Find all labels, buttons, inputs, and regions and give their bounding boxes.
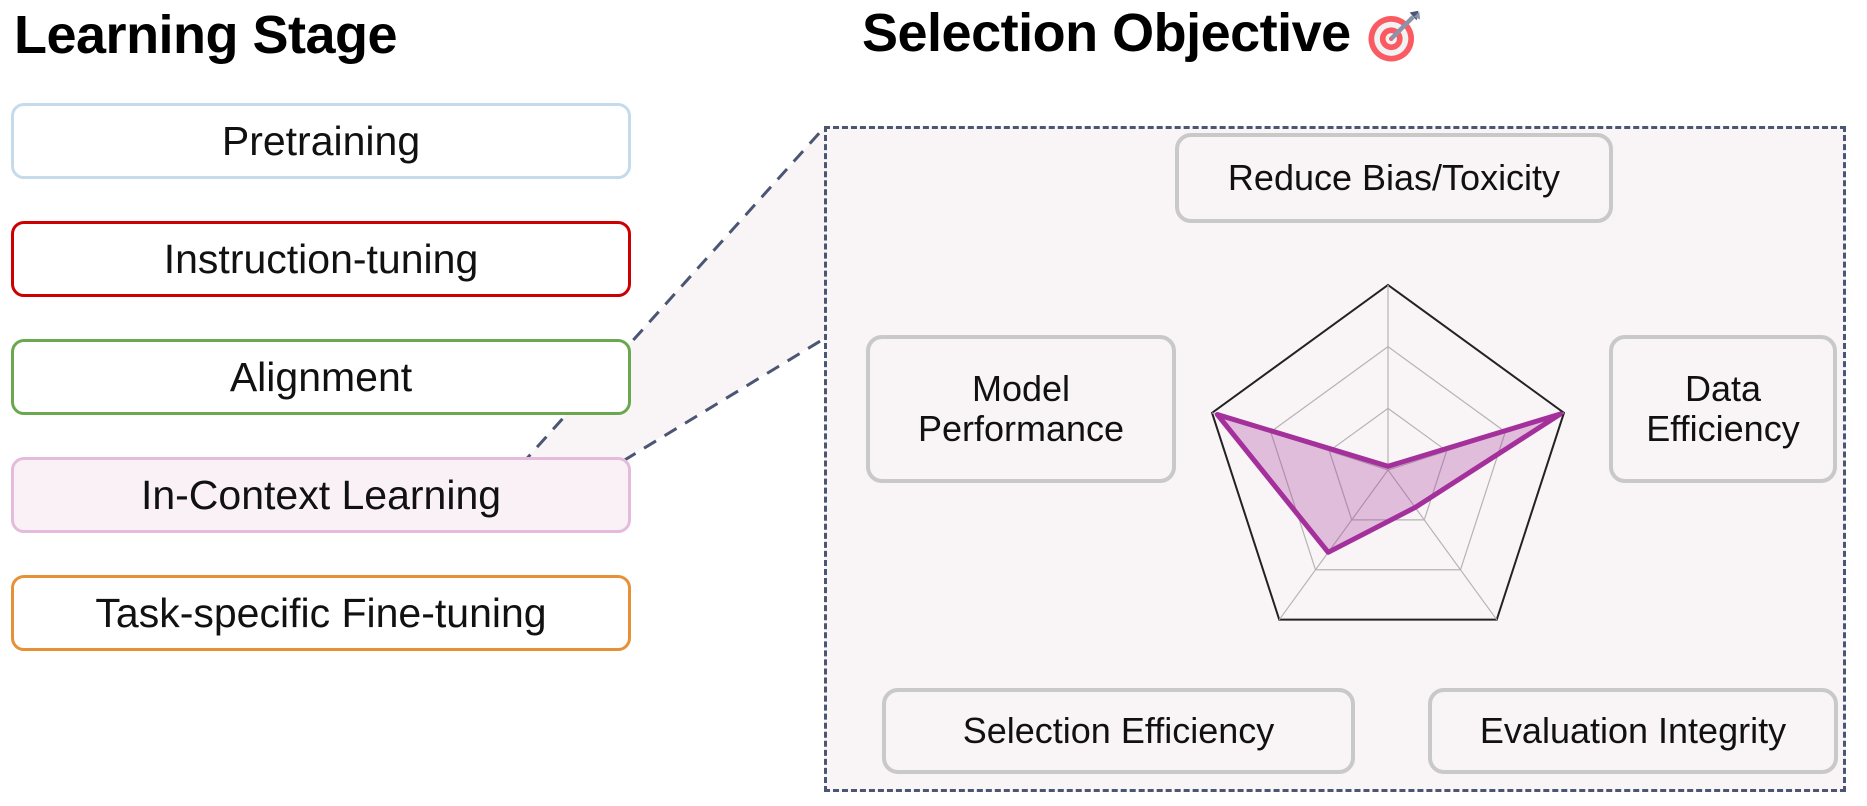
objective-box-evaluation-integrity[interactable]: Evaluation Integrity — [1428, 688, 1838, 774]
objective-label: Reduce Bias/Toxicity — [1227, 156, 1561, 198]
stage-item-label: Task-specific Fine-tuning — [95, 589, 547, 636]
stage-item-alignment[interactable]: Alignment — [11, 339, 631, 415]
stage-item-task-specific-fine-tuning[interactable]: Task-specific Fine-tuning — [11, 575, 631, 651]
stage-item-instruction-tuning[interactable]: Instruction-tuning — [11, 221, 631, 297]
radar-series-area — [1214, 411, 1563, 555]
stage-item-pretraining[interactable]: Pretraining — [11, 103, 631, 179]
objective-label-line1: Model — [971, 367, 1071, 409]
objective-label: Model Performance — [917, 367, 1125, 450]
objective-box-reduce-bias-toxicity[interactable]: Reduce Bias/Toxicity — [1175, 133, 1613, 223]
objective-box-data-efficiency[interactable]: Data Efficiency — [1609, 335, 1837, 483]
objective-label: Selection Efficiency — [962, 709, 1275, 751]
objective-box-selection-efficiency[interactable]: Selection Efficiency — [882, 688, 1355, 774]
stage-item-label: Alignment — [229, 353, 413, 400]
objective-label: Evaluation Integrity — [1479, 709, 1787, 751]
objective-label-line1: Data — [1684, 367, 1762, 409]
stage-item-in-context-learning[interactable]: In-Context Learning — [11, 457, 631, 533]
objective-label-line2: Efficiency — [1646, 408, 1800, 449]
objective-label: Data Efficiency — [1646, 367, 1800, 450]
right-column-title-text: Selection Objective — [862, 3, 1351, 63]
diagram-root: Learning Stage Pretraining Instruction-t… — [0, 0, 1867, 806]
stage-item-label: Pretraining — [221, 117, 421, 164]
stage-item-label: Instruction-tuning — [163, 235, 479, 282]
learning-stage-column: Learning Stage Pretraining Instruction-t… — [0, 0, 650, 806]
objective-label-line2: Performance — [917, 408, 1125, 449]
stage-item-label: In-Context Learning — [140, 471, 502, 518]
objective-box-model-performance[interactable]: Model Performance — [866, 335, 1176, 483]
target-dart-icon — [1365, 9, 1421, 65]
right-column-title: Selection Objective — [862, 2, 1421, 64]
objective-radar-chart — [1210, 283, 1566, 621]
left-column-title: Learning Stage — [14, 5, 398, 65]
